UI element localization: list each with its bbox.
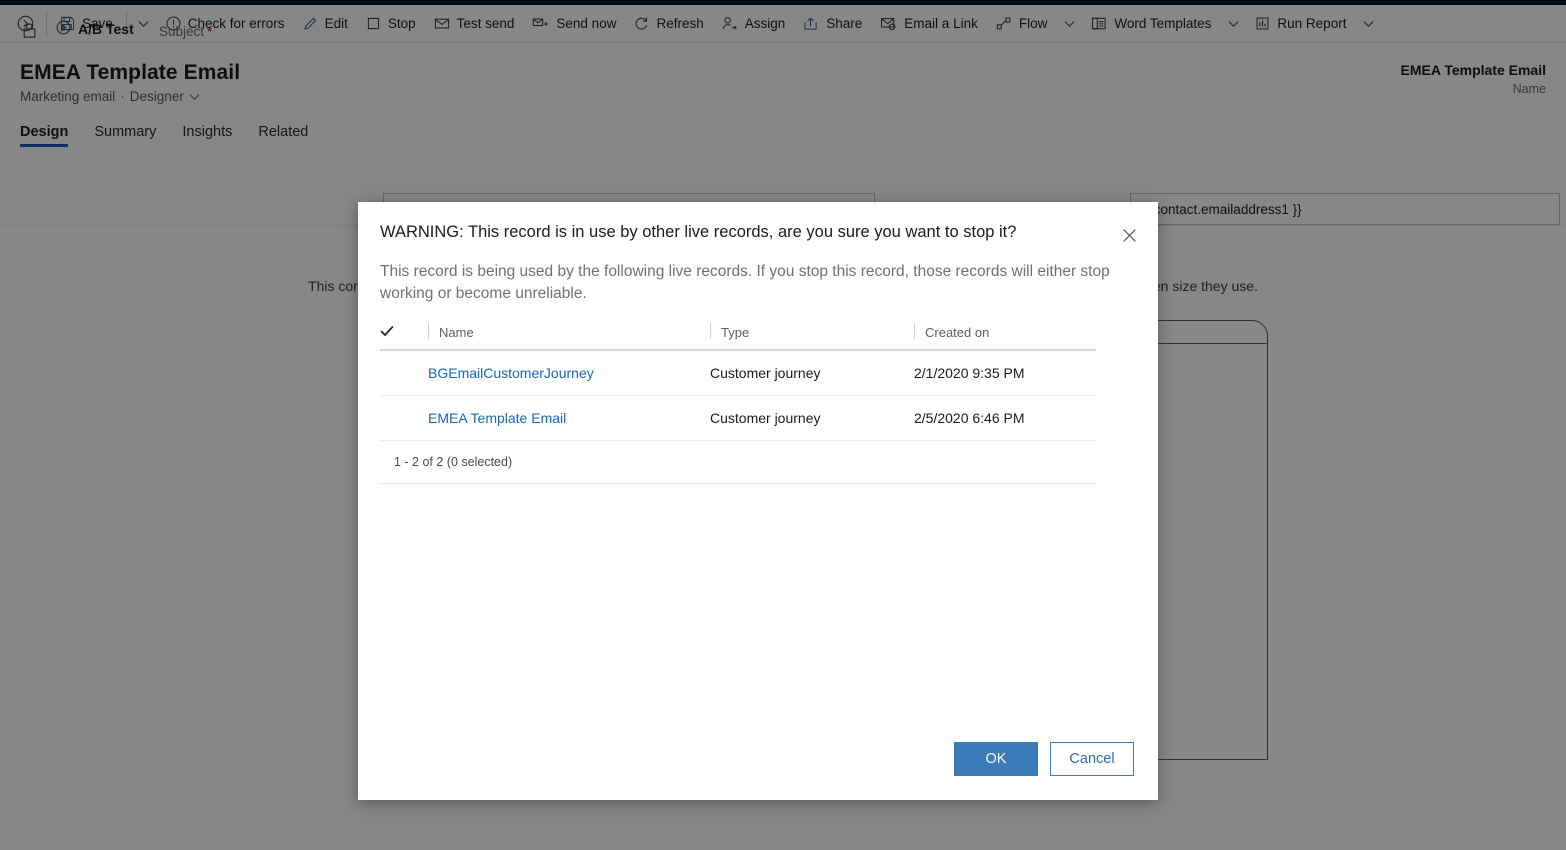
row-type-cell: Customer journey: [710, 350, 914, 397]
table-header: Name Type Created on: [380, 321, 1096, 352]
record-link[interactable]: EMEA Template Email: [428, 410, 566, 426]
column-header-type[interactable]: Type: [710, 321, 914, 352]
close-icon[interactable]: [1116, 222, 1142, 248]
ok-button[interactable]: OK: [954, 742, 1038, 776]
table-row[interactable]: EMEA Template Email Customer journey 2/5…: [380, 395, 1096, 442]
column-header-created-on[interactable]: Created on: [914, 321, 1096, 352]
dialog-body: This record is being used by the followi…: [358, 243, 1158, 485]
stop-record-warning-dialog: WARNING: This record is in use by other …: [358, 202, 1158, 800]
row-created-on-cell: 2/1/2020 9:35 PM: [914, 350, 1096, 397]
row-name-cell[interactable]: EMEA Template Email: [428, 395, 710, 442]
column-header-name[interactable]: Name: [428, 321, 710, 352]
table-row[interactable]: BGEmailCustomerJourney Customer journey …: [380, 350, 1096, 397]
checkmark-icon[interactable]: [380, 325, 394, 340]
record-count-status: 1 - 2 of 2 (0 selected): [380, 441, 1096, 485]
table-header-row: Name Type Created on: [380, 321, 1096, 352]
row-checkbox-cell[interactable]: [380, 395, 428, 442]
cancel-button[interactable]: Cancel: [1050, 742, 1134, 776]
dialog-description: This record is being used by the followi…: [380, 263, 1110, 303]
dialog-title: WARNING: This record is in use by other …: [380, 223, 1017, 241]
table-body: BGEmailCustomerJourney Customer journey …: [380, 350, 1096, 442]
row-type-cell: Customer journey: [710, 395, 914, 442]
dialog-footer: OK Cancel: [358, 742, 1158, 800]
row-created-on-cell: 2/5/2020 6:46 PM: [914, 395, 1096, 442]
live-records-table: Name Type Created on BGEmailCustomerJour…: [380, 321, 1096, 442]
record-link[interactable]: BGEmailCustomerJourney: [428, 365, 594, 381]
row-checkbox-cell[interactable]: [380, 350, 428, 397]
dialog-header: WARNING: This record is in use by other …: [358, 202, 1158, 243]
select-all-column[interactable]: [380, 321, 428, 352]
row-name-cell[interactable]: BGEmailCustomerJourney: [428, 350, 710, 397]
